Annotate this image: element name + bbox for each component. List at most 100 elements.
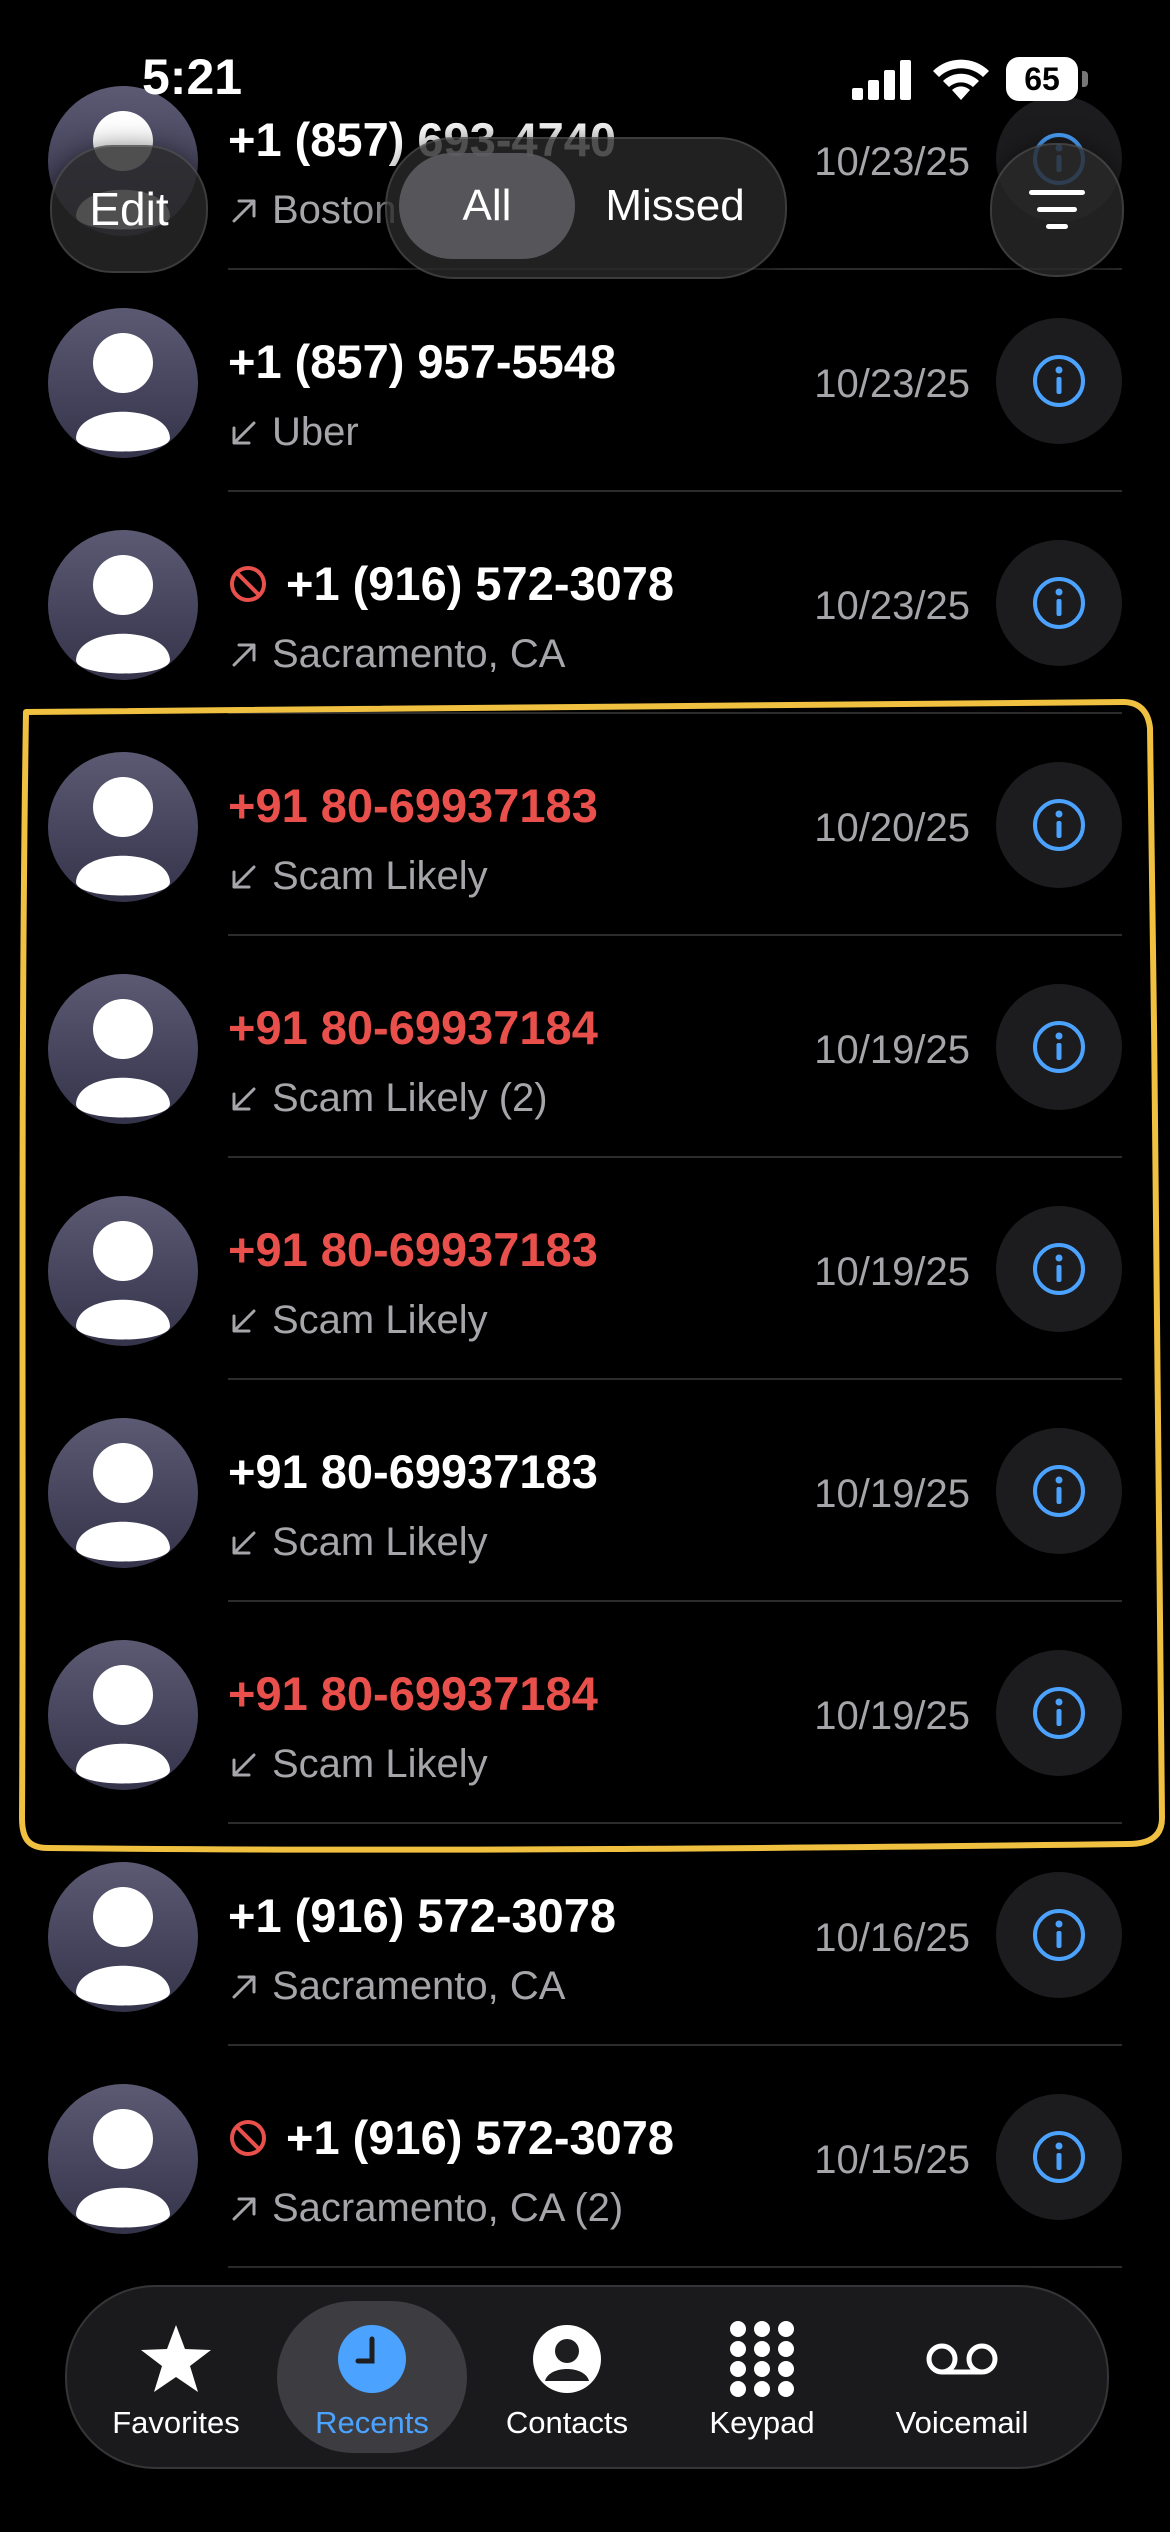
- call-subtitle: Scam Likely: [228, 1520, 488, 1565]
- status-bar: 5:21 65: [0, 0, 1170, 150]
- info-icon: [1033, 799, 1085, 851]
- call-date: 10/23/25: [814, 584, 970, 628]
- call-subtitle: Sacramento, CA (2): [228, 2186, 623, 2231]
- call-subtitle: Boston: [228, 188, 397, 233]
- call-number-text: +1 (916) 572-3078: [286, 557, 675, 610]
- call-label-text: Boston: [272, 188, 397, 232]
- call-number: +1 (916) 572-3078: [228, 2110, 674, 2165]
- call-label-text: Sacramento, CA (2): [272, 2186, 624, 2230]
- call-subtitle: Scam Likely: [228, 854, 488, 899]
- contact-avatar: [48, 1418, 198, 1568]
- call-info-button[interactable]: [996, 1650, 1122, 1776]
- call-date: 10/19/25: [814, 1250, 970, 1294]
- info-icon: [1033, 577, 1085, 629]
- call-number-text: +91 80-69937184: [228, 1001, 598, 1054]
- filter-menu-button[interactable]: [990, 143, 1124, 277]
- outgoing-call-arrow-icon: [232, 1975, 256, 1998]
- info-icon: [1033, 2131, 1085, 2183]
- call-date: 10/23/25: [814, 362, 970, 406]
- contact-avatar: [48, 974, 198, 1124]
- info-icon: [1033, 1687, 1085, 1739]
- call-subtitle: Scam Likely: [228, 1298, 488, 1343]
- call-info-button[interactable]: [996, 1206, 1122, 1332]
- tab-label: Voicemail: [895, 2405, 1029, 2440]
- call-number: +1 (857) 957-5548: [228, 334, 616, 389]
- call-number-text: +91 80-69937184: [228, 1667, 598, 1720]
- call-label-text: Scam Likely: [272, 1742, 488, 1786]
- incoming-call-arrow-icon: [232, 1309, 256, 1332]
- tab-label: Keypad: [709, 2405, 815, 2440]
- call-number: +91 80-69937183: [228, 1444, 598, 1499]
- call-row[interactable]: +91 80-69937184 Scam Likely (2) 10/19/25: [0, 936, 1170, 1158]
- filter-lines-icon: [1029, 190, 1085, 229]
- call-row[interactable]: +91 80-69937183 Scam Likely 10/19/25: [0, 1158, 1170, 1380]
- tab-recents[interactable]: Recents: [277, 2301, 467, 2453]
- call-info-button[interactable]: [996, 1428, 1122, 1554]
- call-label-text: Scam Likely (2): [272, 1076, 548, 1120]
- voicemail-icon: [922, 2319, 1002, 2399]
- call-number-text: +1 (916) 572-3078: [286, 2111, 675, 2164]
- tab-contacts[interactable]: Contacts: [472, 2301, 662, 2453]
- contact-avatar: [48, 1862, 198, 2012]
- contact-avatar: [48, 1196, 198, 1346]
- outgoing-call-arrow-icon: [232, 199, 256, 222]
- call-row[interactable]: +91 80-69937184 Scam Likely 10/19/25: [0, 1602, 1170, 1824]
- call-info-button[interactable]: [996, 762, 1122, 888]
- call-info-button[interactable]: [996, 2094, 1122, 2220]
- call-row[interactable]: +1 (916) 572-3078 Sacramento, CA 10/16/25: [0, 1824, 1170, 2046]
- edit-button[interactable]: Edit: [50, 145, 208, 273]
- call-subtitle: Scam Likely: [228, 1742, 488, 1787]
- tab-keypad[interactable]: Keypad: [667, 2301, 857, 2453]
- call-label-text: Scam Likely: [272, 854, 488, 898]
- tab-label: Favorites: [112, 2405, 240, 2440]
- call-info-button[interactable]: [996, 984, 1122, 1110]
- calls-filter-segmented-control[interactable]: All Missed: [385, 137, 787, 279]
- call-subtitle: Uber: [228, 410, 359, 455]
- incoming-call-arrow-icon: [232, 865, 256, 888]
- tab-favorites[interactable]: Favorites: [81, 2301, 271, 2453]
- incoming-call-arrow-icon: [232, 421, 256, 444]
- cellular-signal-icon: [852, 60, 911, 100]
- call-subtitle: Sacramento, CA: [228, 1964, 565, 2009]
- call-label-text: Sacramento, CA: [272, 1964, 566, 2008]
- call-info-button[interactable]: [996, 318, 1122, 444]
- blocked-icon: [230, 2119, 266, 2156]
- contact-avatar: [48, 530, 198, 680]
- incoming-call-arrow-icon: [232, 1087, 256, 1110]
- blocked-icon: [230, 565, 266, 602]
- tab-label: Recents: [315, 2405, 429, 2440]
- tab-label: Contacts: [505, 2405, 629, 2440]
- call-number-text: +91 80-69937183: [228, 1223, 598, 1276]
- info-icon: [1033, 1465, 1085, 1517]
- segment-all[interactable]: All: [399, 153, 575, 259]
- call-date: 10/16/25: [814, 1916, 970, 1960]
- clock-icon: [332, 2319, 412, 2399]
- incoming-call-arrow-icon: [232, 1531, 256, 1554]
- call-info-button[interactable]: [996, 1872, 1122, 1998]
- call-row[interactable]: +1 (916) 572-3078 Sacramento, CA (2) 10/15…: [0, 2046, 1170, 2268]
- battery-indicator: 65: [1006, 57, 1088, 101]
- call-date: 10/19/25: [814, 1028, 970, 1072]
- call-number-text: +1 (916) 572-3078: [228, 1889, 617, 1942]
- call-label-text: Scam Likely: [272, 1520, 488, 1564]
- segment-missed[interactable]: Missed: [575, 153, 775, 259]
- call-number-text: +91 80-69937183: [228, 779, 598, 832]
- call-row[interactable]: +91 80-69937183 Scam Likely 10/19/25: [0, 1380, 1170, 1602]
- call-number: +91 80-69937184: [228, 1666, 598, 1721]
- call-number-text: +1 (857) 957-5548: [228, 335, 617, 388]
- call-number: +91 80-69937183: [228, 1222, 598, 1277]
- contact-avatar: [48, 308, 198, 458]
- call-info-button[interactable]: [996, 540, 1122, 666]
- call-number: +1 (916) 572-3078: [228, 1888, 616, 1943]
- call-number: +91 80-69937184: [228, 1000, 598, 1055]
- tab-bar: Favorites Recents Contacts Keypad Voicemail: [65, 2285, 1109, 2469]
- call-row[interactable]: +91 80-69937183 Scam Likely 10/20/25: [0, 714, 1170, 936]
- contact-avatar: [48, 1640, 198, 1790]
- info-icon: [1033, 1243, 1085, 1295]
- call-row[interactable]: +1 (857) 957-5548 Uber 10/23/25: [0, 270, 1170, 492]
- call-row[interactable]: +1 (916) 572-3078 Sacramento, CA 10/23/25: [0, 492, 1170, 714]
- call-label-text: Sacramento, CA: [272, 632, 566, 676]
- call-date: 10/15/25: [814, 2138, 970, 2182]
- tab-voicemail[interactable]: Voicemail: [867, 2301, 1057, 2453]
- star-icon: [136, 2319, 216, 2399]
